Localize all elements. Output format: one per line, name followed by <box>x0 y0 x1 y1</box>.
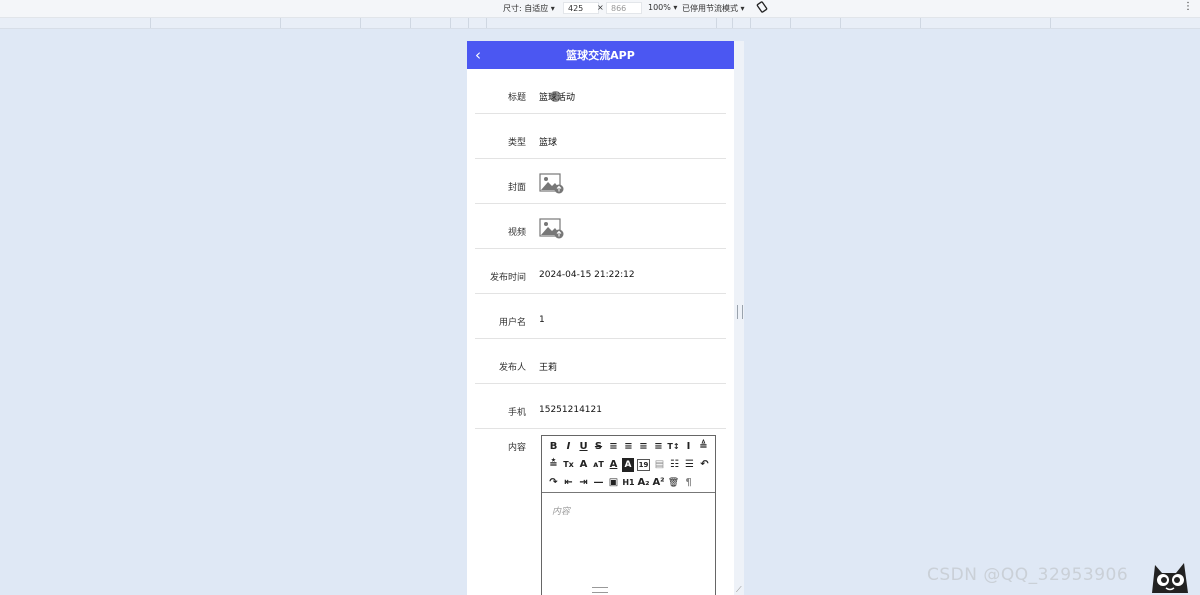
size-dropdown[interactable]: 尺寸: 自适应 ▾ <box>503 3 555 14</box>
editor-placeholder[interactable]: 内容 <box>552 504 570 517</box>
field-label: 手机 <box>507 408 526 418</box>
username-value[interactable]: 1 <box>539 315 545 325</box>
cat-mascot-icon <box>1152 563 1188 593</box>
align-center-icon[interactable]: ≡ <box>621 440 636 454</box>
phone-value[interactable]: 15251214121 <box>539 405 602 415</box>
form-row-publish-time: 发布时间 2024-04-15 21:22:12 <box>475 249 726 294</box>
form-row-publisher: 发布人 王莉 <box>475 339 726 384</box>
insert-date-icon[interactable]: 19 <box>637 459 650 471</box>
align-right-icon[interactable]: ≡ <box>636 440 651 454</box>
app-header: ‹ 篮球交流APP <box>467 41 734 69</box>
field-label: 视频 <box>507 228 526 238</box>
toolbar-line-2: ≛ Tx A ᴀT A A 19 ▤ ☷ ☰ ↶ <box>546 456 715 474</box>
text-size-icon[interactable]: ᴀT <box>591 458 606 472</box>
indent-icon[interactable]: ⇥ <box>576 476 591 490</box>
resize-handle-right[interactable] <box>737 305 743 319</box>
publisher-value[interactable]: 王莉 <box>539 360 557 373</box>
resize-corner-icon[interactable]: ⟋ <box>736 585 742 595</box>
media-query-ruler <box>0 18 1200 29</box>
outdent-icon[interactable]: ⇤ <box>561 476 576 490</box>
paste-icon[interactable]: ▤ <box>652 458 667 472</box>
insert-image-icon[interactable]: ▣ <box>606 476 621 490</box>
paragraph-spacing-icon[interactable]: ≜ <box>696 440 711 454</box>
back-icon[interactable]: ‹ <box>475 46 481 64</box>
form-row-cover: 封面 <box>475 159 726 204</box>
toolbar-line-3: ↷ ⇤ ⇥ — ▣ H1 A₂ A² 🗑 ¶ <box>546 474 715 492</box>
strikethrough-icon[interactable]: S <box>591 440 606 454</box>
app-title: 篮球交流APP <box>566 49 635 62</box>
field-label: 内容 <box>507 443 526 453</box>
field-label: 发布人 <box>498 363 526 373</box>
zoom-dropdown[interactable]: 100% ▾ <box>648 3 677 12</box>
publish-time-value[interactable]: 2024-04-15 21:22:12 <box>539 270 635 280</box>
undo-icon[interactable]: ↶ <box>697 458 712 472</box>
resize-handle-bottom[interactable] <box>592 587 608 593</box>
horizontal-rule-icon[interactable]: — <box>591 476 606 490</box>
rich-text-editor: B I U S ≡ ≡ ≡ ≡ T↕ I ≜ ≛ Tx A ᴀT A A 19 … <box>541 435 716 595</box>
form-row-username: 用户名 1 <box>475 294 726 339</box>
ordered-list-icon[interactable]: ☷ <box>667 458 682 472</box>
height-input[interactable]: 866 <box>606 2 642 14</box>
paragraph-spacing-after-icon[interactable]: ≛ <box>546 458 561 472</box>
clear-format-icon[interactable]: Tx <box>561 458 576 472</box>
field-label: 用户名 <box>498 318 526 328</box>
field-label: 标题 <box>507 93 526 103</box>
width-input[interactable]: 425 <box>563 2 599 14</box>
trash-icon[interactable]: 🗑 <box>666 476 681 490</box>
mouse-cursor-icon <box>550 91 561 102</box>
field-label: 封面 <box>507 183 526 193</box>
pilcrow-icon[interactable]: ¶ <box>681 476 696 490</box>
align-justify-icon[interactable]: ≡ <box>651 440 666 454</box>
underline-icon[interactable]: U <box>576 440 591 454</box>
image-upload-icon[interactable] <box>539 173 565 195</box>
font-family-icon[interactable]: A <box>576 458 591 472</box>
heading-icon[interactable]: H1 <box>621 476 636 490</box>
toolbar-line-1: B I U S ≡ ≡ ≡ ≡ T↕ I ≜ <box>546 438 715 456</box>
field-label: 类型 <box>507 138 526 148</box>
background-color-icon[interactable]: A <box>622 458 634 472</box>
times-sign: × <box>597 3 604 12</box>
devtools-toolbar: 尺寸: 自适应 ▾ 425 × 866 100% ▾ 已停用节流模式 ▾ ⋮ <box>0 0 1200 18</box>
form-row-title: 标题 篮球活动 <box>475 69 726 114</box>
superscript-icon[interactable]: A² <box>651 476 666 490</box>
more-icon[interactable]: ⋮ <box>1183 1 1193 12</box>
form-row-type: 类型 篮球 <box>475 114 726 159</box>
watermark: CSDN @QQ_32953906 <box>927 565 1129 585</box>
font-color-icon[interactable]: A <box>606 458 621 472</box>
editor-toolbar: B I U S ≡ ≡ ≡ ≡ T↕ I ≜ ≛ Tx A ᴀT A A 19 … <box>542 436 715 493</box>
redo-icon[interactable]: ↷ <box>546 476 561 490</box>
align-left-icon[interactable]: ≡ <box>606 440 621 454</box>
image-upload-icon[interactable] <box>539 218 565 240</box>
bold-icon[interactable]: B <box>546 440 561 454</box>
form-row-phone: 手机 15251214121 <box>475 384 726 429</box>
throttle-dropdown[interactable]: 已停用节流模式 ▾ <box>682 3 745 14</box>
device-viewport: ‹ 篮球交流APP 标题 篮球活动 类型 篮球 封面 视频 发布时间 2024-… <box>467 41 734 595</box>
font-size-icon[interactable]: T↕ <box>666 440 681 454</box>
rotate-icon[interactable] <box>756 1 768 15</box>
subscript-icon[interactable]: A₂ <box>636 476 651 490</box>
form-row-content: 内容 B I U S ≡ ≡ ≡ ≡ T↕ I ≜ ≛ Tx A ᴀT A A … <box>475 429 726 595</box>
unordered-list-icon[interactable]: ☰ <box>682 458 697 472</box>
type-value[interactable]: 篮球 <box>539 135 557 148</box>
italic-icon[interactable]: I <box>561 440 576 454</box>
form-row-video: 视频 <box>475 204 726 249</box>
line-height-icon[interactable]: I <box>681 440 696 454</box>
field-label: 发布时间 <box>489 273 526 283</box>
